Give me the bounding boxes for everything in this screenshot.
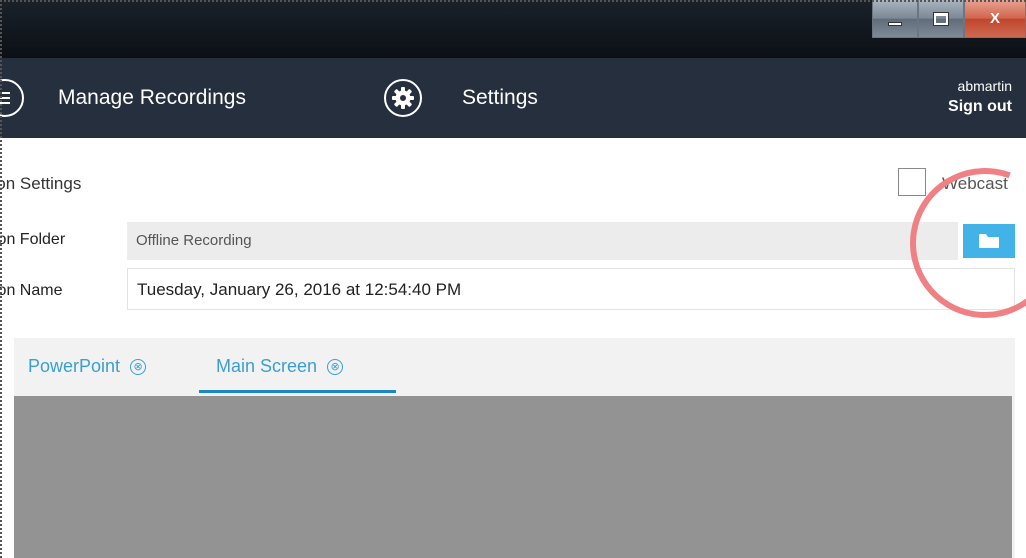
session-folder-field[interactable]: Offline Recording	[127, 222, 958, 260]
settings-link[interactable]: Settings	[462, 86, 538, 110]
session-name-input[interactable]: Tuesday, January 26, 2016 at 12:54:40 PM	[127, 268, 1015, 310]
close-tab-icon[interactable]: ⊗	[327, 359, 344, 375]
maximize-icon	[934, 12, 948, 25]
maximize-button[interactable]	[918, 0, 964, 38]
tab-label: PowerPoint	[28, 356, 121, 376]
menu-button[interactable]	[0, 79, 24, 117]
capture-border-left	[0, 0, 2, 558]
capture-border-top	[0, 0, 1026, 2]
sign-out-link[interactable]: Sign out	[948, 98, 1012, 116]
window-caption-buttons: X	[872, 0, 1026, 40]
tab-label: Main Screen	[216, 356, 318, 376]
user-block: abmartin Sign out	[948, 78, 1012, 116]
close-icon: X	[989, 10, 1000, 27]
manage-recordings-link[interactable]: Manage Recordings	[58, 86, 246, 110]
active-tab-indicator	[199, 390, 396, 393]
settings-button[interactable]	[384, 79, 422, 117]
minimize-button[interactable]	[872, 0, 918, 38]
session-folder-label: sion Folder	[0, 231, 66, 248]
username: abmartin	[957, 78, 1012, 94]
webcast-checkbox[interactable]	[898, 168, 926, 196]
app-header: Manage Recordings Settings abmartin Sign…	[0, 58, 1026, 138]
session-settings-panel: sion Settings Webcast sion Folder Offlin…	[0, 138, 1026, 558]
session-name-label: sion Name	[0, 282, 63, 299]
close-button[interactable]: X	[964, 0, 1026, 38]
source-tab-panel: PowerPoint ⊗ Main Screen ⊗	[14, 338, 1015, 558]
minimize-icon	[888, 21, 902, 26]
section-title: sion Settings	[0, 174, 82, 193]
close-tab-icon[interactable]: ⊗	[130, 359, 147, 375]
tab-powerpoint[interactable]: PowerPoint ⊗	[28, 356, 147, 377]
screen-preview	[14, 396, 1012, 558]
window-title-bar: X	[0, 0, 1026, 58]
gear-icon	[392, 87, 414, 109]
tab-main-screen[interactable]: Main Screen ⊗	[216, 356, 344, 377]
app-window: X Manage Recordings Settings abmartin Si…	[0, 0, 1026, 558]
